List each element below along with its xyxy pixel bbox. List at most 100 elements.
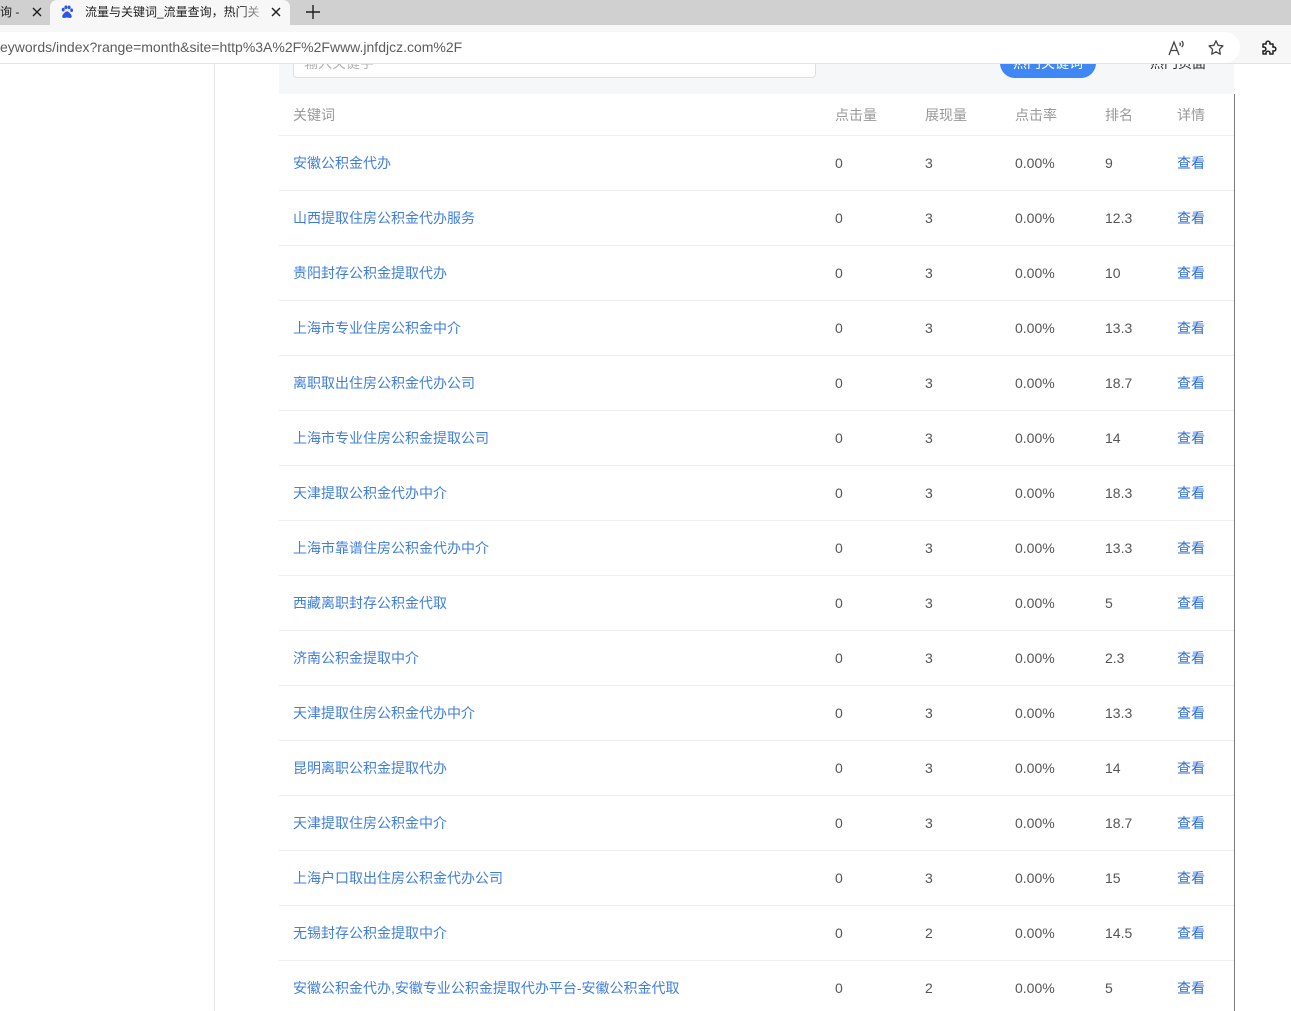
ctr-cell: 0.00% xyxy=(1015,265,1055,281)
keyword-link[interactable]: 天津提取住房公积金代办中介 xyxy=(293,703,475,723)
view-detail-link[interactable]: 查看 xyxy=(1177,868,1205,888)
filter-bar: 热门关键词 热门页面 xyxy=(279,64,1234,94)
table-row: 上海市专业住房公积金中介 0 3 0.00% 13.3 查看 xyxy=(279,301,1234,356)
table-row: 天津提取住房公积金代办中介 0 3 0.00% 13.3 查看 xyxy=(279,686,1234,741)
rank-cell: 5 xyxy=(1105,980,1113,996)
rank-cell: 2.3 xyxy=(1105,650,1125,666)
sidebar xyxy=(0,64,215,1011)
hot-pages-tab[interactable]: 热门页面 xyxy=(1150,64,1206,78)
view-detail-link[interactable]: 查看 xyxy=(1177,153,1205,173)
ctr-cell: 0.00% xyxy=(1015,210,1055,226)
ctr-cell: 0.00% xyxy=(1015,485,1055,501)
impressions-cell: 3 xyxy=(925,155,933,171)
view-detail-link[interactable]: 查看 xyxy=(1177,703,1205,723)
rank-cell: 9 xyxy=(1105,155,1113,171)
rank-cell: 5 xyxy=(1105,595,1113,611)
clicks-cell: 0 xyxy=(835,375,843,391)
plus-icon[interactable] xyxy=(304,3,322,21)
address-bar[interactable]: eywords/index?range=month&site=http%3A%2… xyxy=(0,32,1240,63)
rank-cell: 18.7 xyxy=(1105,815,1133,831)
table-row: 西藏离职封存公积金代取 0 3 0.00% 5 查看 xyxy=(279,576,1234,631)
clicks-cell: 0 xyxy=(835,980,843,996)
view-detail-link[interactable]: 查看 xyxy=(1177,593,1205,613)
favorite-star-icon[interactable] xyxy=(1207,39,1225,57)
read-aloud-icon[interactable] xyxy=(1167,39,1185,57)
url-text[interactable]: eywords/index?range=month&site=http%3A%2… xyxy=(0,32,462,63)
column-header-rank: 排名 xyxy=(1105,107,1133,123)
view-detail-link[interactable]: 查看 xyxy=(1177,813,1205,833)
keyword-link[interactable]: 贵阳封存公积金提取代办 xyxy=(293,263,447,283)
extensions-icon[interactable] xyxy=(1260,39,1278,57)
keyword-link[interactable]: 离职取出住房公积金代办公司 xyxy=(293,373,475,393)
keyword-link[interactable]: 西藏离职封存公积金代取 xyxy=(293,593,447,613)
keyword-link[interactable]: 上海户口取出住房公积金代办公司 xyxy=(293,868,503,888)
impressions-cell: 3 xyxy=(925,815,933,831)
ctr-cell: 0.00% xyxy=(1015,925,1055,941)
clicks-cell: 0 xyxy=(835,760,843,776)
view-detail-link[interactable]: 查看 xyxy=(1177,923,1205,943)
keyword-link[interactable]: 天津提取住房公积金中介 xyxy=(293,813,447,833)
hot-keywords-tab-button[interactable]: 热门关键词 xyxy=(1000,64,1096,78)
view-detail-link[interactable]: 查看 xyxy=(1177,428,1205,448)
clicks-cell: 0 xyxy=(835,320,843,336)
keyword-link[interactable]: 无锡封存公积金提取中介 xyxy=(293,923,447,943)
view-detail-link[interactable]: 查看 xyxy=(1177,483,1205,503)
rank-cell: 13.3 xyxy=(1105,540,1133,556)
clicks-cell: 0 xyxy=(835,210,843,226)
table-row: 安徽公积金代办 0 3 0.00% 9 查看 xyxy=(279,136,1234,191)
table-row: 天津提取公积金代办中介 0 3 0.00% 18.3 查看 xyxy=(279,466,1234,521)
keyword-link[interactable]: 上海市专业住房公积金中介 xyxy=(293,318,461,338)
clicks-cell: 0 xyxy=(835,265,843,281)
view-detail-link[interactable]: 查看 xyxy=(1177,978,1205,998)
ctr-cell: 0.00% xyxy=(1015,815,1055,831)
keyword-link[interactable]: 昆明离职公积金提取代办 xyxy=(293,758,447,778)
view-detail-link[interactable]: 查看 xyxy=(1177,208,1205,228)
impressions-cell: 3 xyxy=(925,760,933,776)
keyword-link[interactable]: 安徽公积金代办 xyxy=(293,153,391,173)
view-detail-link[interactable]: 查看 xyxy=(1177,758,1205,778)
table-row: 昆明离职公积金提取代办 0 3 0.00% 14 查看 xyxy=(279,741,1234,796)
column-header-ctr: 点击率 xyxy=(1015,107,1057,123)
tab-title: 询 - xyxy=(0,5,20,19)
ctr-cell: 0.00% xyxy=(1015,155,1055,171)
impressions-cell: 3 xyxy=(925,650,933,666)
close-icon[interactable] xyxy=(32,7,42,17)
keyword-link[interactable]: 山西提取住房公积金代办服务 xyxy=(293,208,475,228)
impressions-cell: 3 xyxy=(925,375,933,391)
view-detail-link[interactable]: 查看 xyxy=(1177,538,1205,558)
clicks-cell: 0 xyxy=(835,485,843,501)
keyword-link[interactable]: 天津提取公积金代办中介 xyxy=(293,483,447,503)
table-row: 贵阳封存公积金提取代办 0 3 0.00% 10 查看 xyxy=(279,246,1234,301)
table-row: 安徽公积金代办,安徽专业公积金提取代办平台-安徽公积金代取 0 2 0.00% 5 查看 xyxy=(279,961,1234,1011)
ctr-cell: 0.00% xyxy=(1015,705,1055,721)
clicks-cell: 0 xyxy=(835,650,843,666)
column-header-detail: 详情 xyxy=(1177,107,1205,123)
keyword-search-input[interactable] xyxy=(293,64,816,78)
impressions-cell: 3 xyxy=(925,320,933,336)
view-detail-link[interactable]: 查看 xyxy=(1177,263,1205,283)
keyword-link[interactable]: 安徽公积金代办,安徽专业公积金提取代办平台-安徽公积金代取 xyxy=(293,978,680,998)
impressions-cell: 3 xyxy=(925,540,933,556)
impressions-cell: 3 xyxy=(925,430,933,446)
page-viewport: 热门关键词 热门页面 关键词 点击量 展现量 点击率 排名 详情 安徽公积金代办… xyxy=(0,64,1291,1011)
view-detail-link[interactable]: 查看 xyxy=(1177,373,1205,393)
clicks-cell: 0 xyxy=(835,870,843,886)
table-body: 安徽公积金代办 0 3 0.00% 9 查看 山西提取住房公积金代办服务 0 3 0.00% 12.… xyxy=(279,136,1234,1011)
keyword-link[interactable]: 济南公积金提取中介 xyxy=(293,648,419,668)
browser-tab-active[interactable]: 流量与关键词_流量查询，热门关 xyxy=(50,0,290,25)
keyword-link[interactable]: 上海市专业住房公积金提取公司 xyxy=(293,428,489,448)
ctr-cell: 0.00% xyxy=(1015,375,1055,391)
baidu-paw-icon xyxy=(61,5,73,19)
ctr-cell: 0.00% xyxy=(1015,595,1055,611)
view-detail-link[interactable]: 查看 xyxy=(1177,648,1205,668)
close-icon[interactable] xyxy=(271,7,281,17)
rank-cell: 14 xyxy=(1105,760,1121,776)
ctr-cell: 0.00% xyxy=(1015,650,1055,666)
table-row: 离职取出住房公积金代办公司 0 3 0.00% 18.7 查看 xyxy=(279,356,1234,411)
view-detail-link[interactable]: 查看 xyxy=(1177,318,1205,338)
clicks-cell: 0 xyxy=(835,595,843,611)
browser-tab[interactable]: 询 - xyxy=(0,0,50,25)
keyword-link[interactable]: 上海市靠谱住房公积金代办中介 xyxy=(293,538,489,558)
tab-title: 流量与关键词_流量查询，热门关 xyxy=(85,5,260,19)
impressions-cell: 2 xyxy=(925,980,933,996)
